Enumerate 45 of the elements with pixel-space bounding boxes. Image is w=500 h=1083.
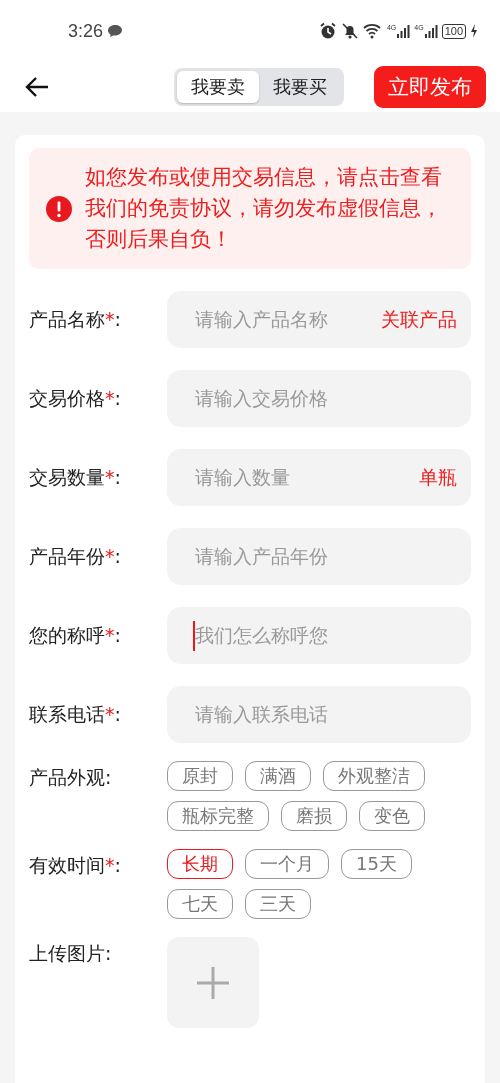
field-label: 有效时间*: <box>29 853 122 878</box>
option-chip[interactable]: 一个月 <box>245 849 329 879</box>
wifi-icon <box>362 23 383 39</box>
signal-icon <box>423 24 438 38</box>
notice-text: 如您发布或使用交易信息，请点击查看我们的免责协议，请勿发布虚假信息，否则后果自负！ <box>85 164 443 253</box>
option-chip[interactable]: 长期 <box>167 849 233 879</box>
field-label: 上传图片: <box>29 941 113 966</box>
input-field[interactable]: 我们怎么称呼您 <box>167 607 471 664</box>
field-label: 交易价格*: <box>29 385 122 411</box>
tab[interactable]: 我要卖 <box>177 71 259 103</box>
muted-bell-icon <box>340 22 359 40</box>
input-field[interactable]: 请输入联系电话 <box>167 686 471 743</box>
signal-icon <box>396 24 411 38</box>
message-icon <box>107 24 124 38</box>
option-chip[interactable]: 外观整洁 <box>323 761 425 791</box>
field-label: 联系电话*: <box>29 701 122 727</box>
charging-icon <box>470 24 478 38</box>
back-button[interactable] <box>24 76 50 98</box>
option-chip[interactable]: 七天 <box>167 889 233 919</box>
alarm-icon <box>318 22 337 40</box>
option-chip[interactable]: 变色 <box>359 801 425 831</box>
input-field[interactable]: 请输入产品年份 <box>167 528 471 585</box>
field-label: 产品外观: <box>29 765 113 790</box>
option-chip[interactable]: 三天 <box>245 889 311 919</box>
clock-time: 3:26 <box>68 20 104 42</box>
publish-button[interactable]: 立即发布 <box>374 66 486 108</box>
field-label: 产品名称*: <box>29 306 122 332</box>
field-label: 产品年份*: <box>29 543 122 569</box>
input-field[interactable]: 请输入交易价格 <box>167 370 471 427</box>
battery-indicator: 100 <box>441 23 466 39</box>
plus-icon <box>195 964 231 1001</box>
suffix-link[interactable]: 单瓶 <box>419 464 457 491</box>
option-chip[interactable]: 原封 <box>167 761 233 791</box>
tab[interactable]: 我要买 <box>259 71 341 103</box>
suffix-link[interactable]: 关联产品 <box>381 306 457 333</box>
warning-icon <box>45 194 73 223</box>
field-label: 您的称呼*: <box>29 622 122 648</box>
back-arrow-icon <box>24 76 50 98</box>
option-chip[interactable]: 15天 <box>341 849 412 879</box>
input-field[interactable]: 请输入数量 单瓶 <box>167 449 471 506</box>
field-label: 交易数量*: <box>29 464 122 490</box>
option-chip[interactable]: 瓶标完整 <box>167 801 269 831</box>
option-chip[interactable]: 满酒 <box>245 761 311 791</box>
option-chip[interactable]: 磨损 <box>281 801 347 831</box>
input-field[interactable]: 请输入产品名称 关联产品 <box>167 291 471 348</box>
